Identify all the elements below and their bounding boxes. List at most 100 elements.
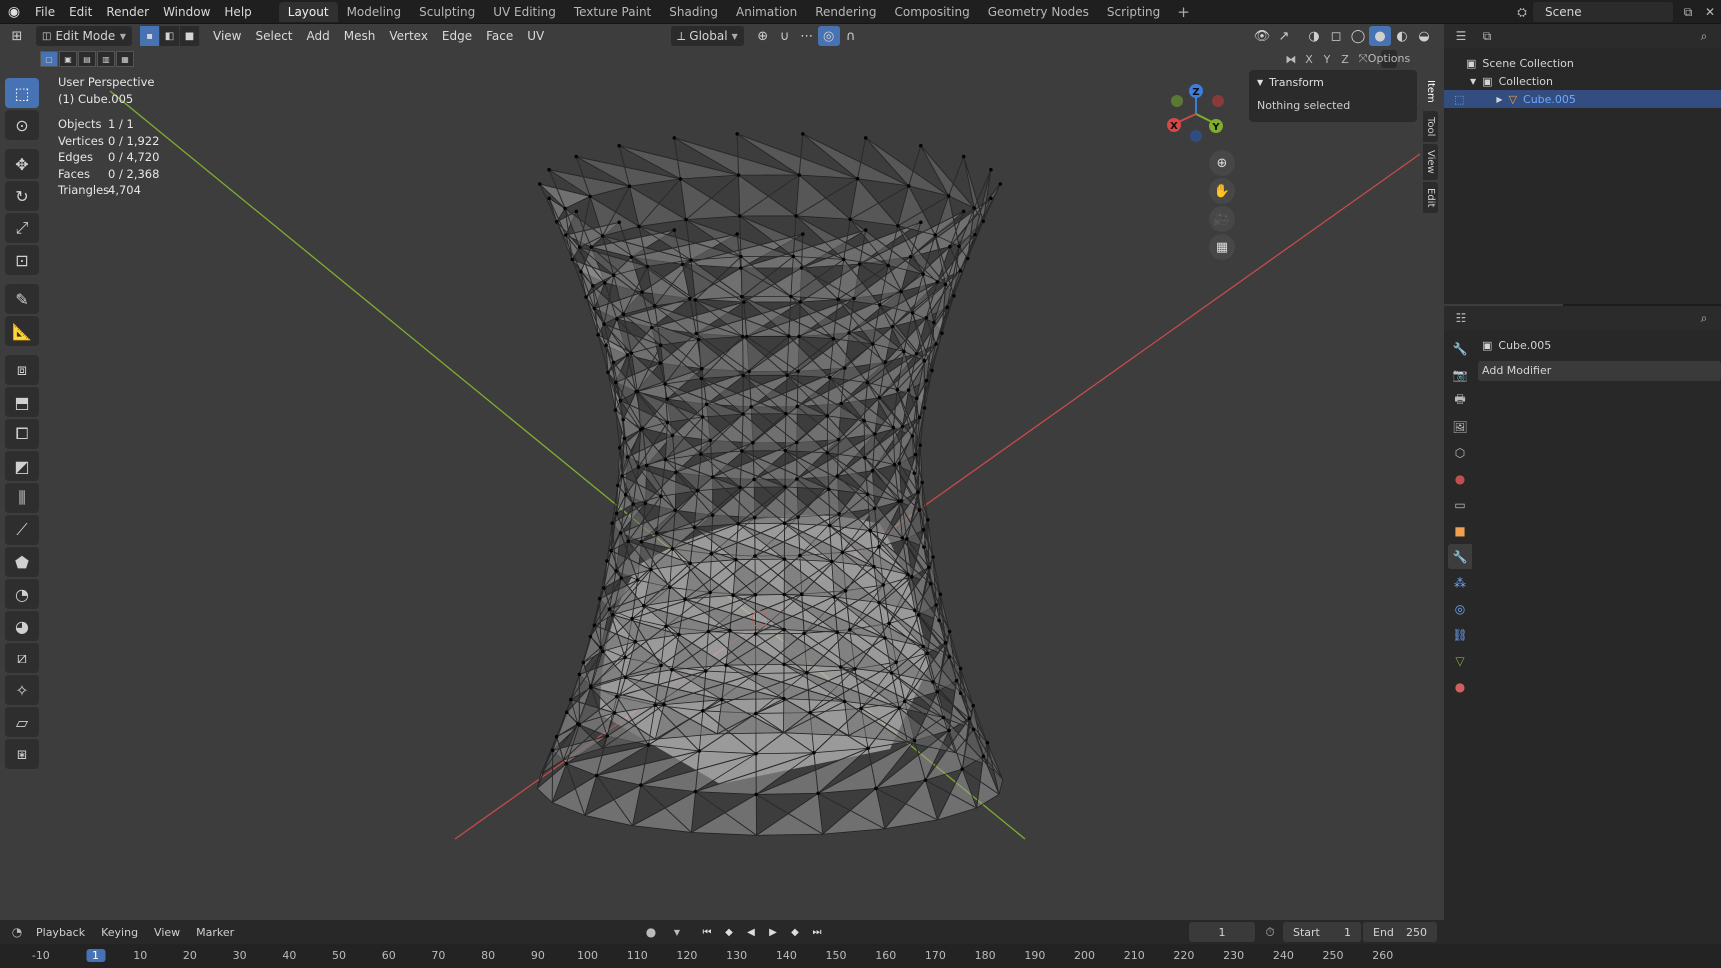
rotate-tool-icon[interactable]: ↻ [5, 181, 39, 211]
pivot-point-icon[interactable]: ⊕ [752, 26, 774, 46]
navigation-gizmo[interactable]: Z Y X [1160, 79, 1240, 149]
select-box-tool-icon[interactable]: ⬚ [5, 78, 39, 108]
viewport-menu-select[interactable]: Select [248, 26, 299, 46]
expand-arrow-icon[interactable]: ▼ [1470, 77, 1476, 86]
tab-layout[interactable]: Layout [278, 2, 338, 22]
mirror-icon[interactable]: ⧓ [1283, 50, 1299, 68]
falloff-icon[interactable]: ∩ [840, 26, 862, 46]
material-shading-icon[interactable]: ◐ [1391, 26, 1413, 46]
particles-tab-icon[interactable]: ⁂ [1448, 570, 1472, 595]
collection-tab-icon[interactable]: ▭ [1448, 492, 1472, 517]
prev-keyframe-icon[interactable]: ◆ [720, 922, 738, 942]
start-frame-field[interactable]: Start 1 [1283, 922, 1361, 942]
viewport-menu-uv[interactable]: UV [520, 26, 551, 46]
transform-orientation-dropdown[interactable]: ⟂ Global ▼ [671, 26, 744, 46]
edit-mode-toggle-icon[interactable]: ⬚ [1454, 93, 1464, 106]
mirror-y-button[interactable]: Y [1319, 50, 1335, 68]
select-new-icon[interactable]: ▢ [40, 51, 58, 67]
smooth-tool-icon[interactable]: ◕ [5, 611, 39, 641]
viewport-menu-vertex[interactable]: Vertex [382, 26, 435, 46]
jump-end-icon[interactable]: ⏭ [808, 922, 826, 942]
world-tab-icon[interactable]: ● [1448, 466, 1472, 491]
outliner-row-scene-collection[interactable]: ▣ Scene Collection [1444, 54, 1721, 72]
rendered-shading-icon[interactable]: ◒ [1413, 26, 1435, 46]
proportional-edit-icon[interactable]: ◎ [817, 26, 840, 46]
current-frame-field[interactable]: 1 [1189, 922, 1255, 942]
scene-tab-icon[interactable]: ⬡ [1448, 440, 1472, 465]
blender-logo-icon[interactable]: ◉ [0, 0, 28, 24]
tab-scripting[interactable]: Scripting [1098, 2, 1169, 22]
scene-selector[interactable]: Scene [1533, 2, 1673, 22]
edge-slide-tool-icon[interactable]: ⧄ [5, 643, 39, 673]
tab-modeling[interactable]: Modeling [338, 2, 411, 22]
menu-file[interactable]: File [28, 0, 62, 24]
chevron-down-icon[interactable]: ▼ [666, 922, 688, 942]
snap-target-icon[interactable]: ⋯ [796, 26, 818, 46]
viewport-menu-face[interactable]: Face [479, 26, 520, 46]
select-intersect-icon[interactable]: ▦ [116, 51, 134, 67]
poly-build-tool-icon[interactable]: ⬟ [5, 547, 39, 577]
mirror-x-button[interactable]: X [1301, 50, 1317, 68]
play-reverse-icon[interactable]: ◀ [742, 922, 760, 942]
snap-icon[interactable]: ∪ [774, 26, 796, 46]
frame-ruler[interactable]: -10 1 10 20 30 40 50 60 70 80 90 100 110 120 130 140 150… [0, 944, 1721, 968]
options-button[interactable]: Options [1368, 50, 1410, 68]
jump-start-icon[interactable]: ⏮ [698, 922, 716, 942]
record-icon[interactable]: ● [640, 922, 662, 942]
tab-compositing[interactable]: Compositing [885, 2, 978, 22]
search-icon[interactable]: ⌕ [1693, 26, 1715, 46]
viewport-menu-view[interactable]: View [206, 26, 248, 46]
inset-tool-icon[interactable]: ⧠ [5, 419, 39, 449]
solid-shading-icon[interactable]: ● [1369, 26, 1391, 46]
viewport-canvas[interactable] [0, 24, 1563, 920]
data-tab-icon[interactable]: ▽ [1448, 648, 1472, 673]
select-extend-icon[interactable]: ▣ [59, 51, 77, 67]
bevel-tool-icon[interactable]: ◩ [5, 451, 39, 481]
wireframe-shading-icon[interactable]: ◯ [1347, 26, 1369, 46]
tab-sculpting[interactable]: Sculpting [410, 2, 484, 22]
mirror-z-button[interactable]: Z [1337, 50, 1353, 68]
menu-edit[interactable]: Edit [62, 0, 99, 24]
shear-tool-icon[interactable]: ▱ [5, 707, 39, 737]
timeline-menu-view[interactable]: View [146, 926, 188, 939]
viewport-menu-edge[interactable]: Edge [435, 26, 479, 46]
view-layer-tab-icon[interactable]: 🖼 [1448, 414, 1472, 439]
add-modifier-button[interactable]: Add Modifier [1478, 361, 1721, 381]
knife-tool-icon[interactable]: ⟋ [5, 515, 39, 545]
tab-shading[interactable]: Shading [660, 2, 727, 22]
play-icon[interactable]: ▶ [764, 922, 782, 942]
shrink-fatten-tool-icon[interactable]: ✧ [5, 675, 39, 705]
expand-arrow-icon[interactable]: ▶ [1496, 95, 1502, 104]
viewport-menu-add[interactable]: Add [300, 26, 337, 46]
spin-tool-icon[interactable]: ◔ [5, 579, 39, 609]
mode-dropdown[interactable]: ◫ Edit Mode ▼ [36, 26, 132, 46]
vertex-select-icon[interactable]: ▪ [140, 26, 160, 46]
camera-view-icon[interactable]: 🎥 [1209, 206, 1235, 232]
timeline-menu-playback[interactable]: Playback [28, 926, 93, 939]
tab-texture-paint[interactable]: Texture Paint [565, 2, 660, 22]
material-tab-icon[interactable]: ● [1448, 674, 1472, 699]
modifier-tab-icon[interactable]: 🔧 [1448, 544, 1472, 569]
cursor-tool-icon[interactable]: ⊙ [5, 110, 39, 140]
object-tab-icon[interactable]: ■ [1448, 518, 1472, 543]
tool-tab-icon[interactable]: 🔧 [1448, 336, 1472, 361]
sidebar-tab-tool[interactable]: Tool [1423, 110, 1438, 143]
annotate-tool-icon[interactable]: ✎ [5, 284, 39, 314]
extrude-tool-icon[interactable]: ⬒ [5, 387, 39, 417]
outliner-row-collection[interactable]: ▼ ▣ Collection [1444, 72, 1721, 90]
pan-hand-icon[interactable]: ✋ [1209, 178, 1235, 204]
select-invert-icon[interactable]: ▥ [97, 51, 115, 67]
scene-icon[interactable]: ⛭ [1511, 2, 1533, 22]
next-keyframe-icon[interactable]: ◆ [786, 922, 804, 942]
constraints-tab-icon[interactable]: ⛓ [1448, 622, 1472, 647]
xray-icon[interactable]: ◻ [1325, 26, 1347, 46]
zoom-icon[interactable]: ⊕ [1209, 150, 1235, 176]
sidebar-tab-edit[interactable]: Edit [1423, 181, 1438, 214]
properties-editor-icon[interactable]: ☷ [1450, 308, 1472, 328]
stopwatch-icon[interactable]: ⏱ [1259, 922, 1281, 942]
overlays-icon[interactable]: ◑ [1303, 26, 1325, 46]
add-workspace-button[interactable]: + [1169, 3, 1198, 21]
timeline-editor-icon[interactable]: ◔ [6, 922, 28, 942]
tab-uv-editing[interactable]: UV Editing [484, 2, 565, 22]
tab-animation[interactable]: Animation [727, 2, 806, 22]
